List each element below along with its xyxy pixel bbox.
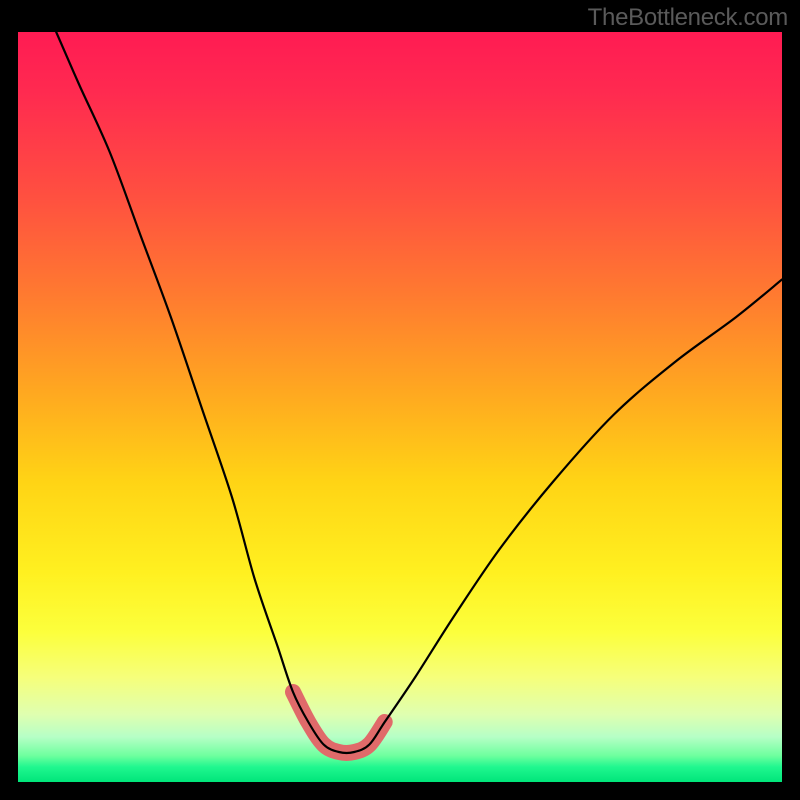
watermark-text: TheBottleneck.com <box>588 4 788 32</box>
plot-area <box>18 32 782 782</box>
chart-svg <box>18 32 782 782</box>
bottleneck-curve <box>56 32 782 753</box>
